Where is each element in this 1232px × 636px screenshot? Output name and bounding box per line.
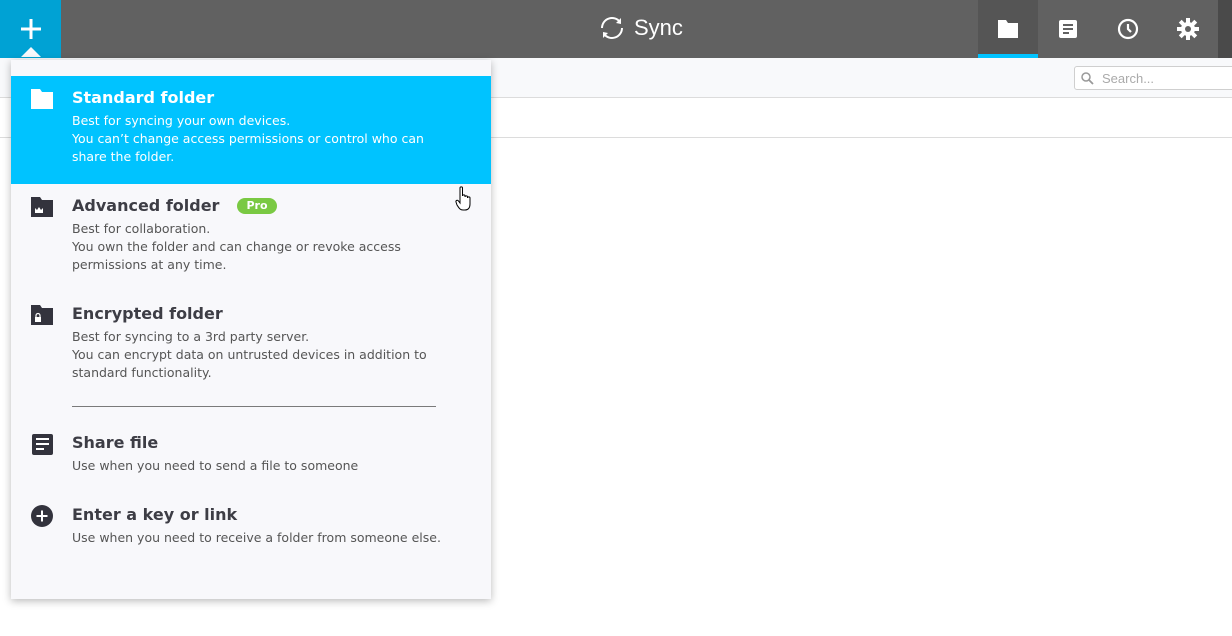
app-title: Sync (634, 15, 683, 40)
document-icon (1059, 20, 1077, 38)
folder-icon (31, 89, 53, 109)
menu-item-title: Standard folder (72, 88, 215, 107)
gear-icon (1177, 18, 1199, 40)
plus-circle-icon (31, 505, 53, 527)
folder-icon (998, 20, 1018, 38)
menu-item-title: Enter a key or link (72, 505, 238, 524)
menu-item-encrypted-folder[interactable]: Encrypted folder Best for syncing to a 3… (11, 292, 491, 400)
menu-divider (72, 406, 436, 407)
nav-edge (1218, 0, 1232, 58)
menu-item-desc: Use when you need to send a file to some… (72, 458, 359, 473)
nav-folders[interactable] (978, 0, 1038, 58)
menu-item-standard-folder[interactable]: Standard folder Best for syncing your ow… (11, 76, 491, 184)
menu-item-share-file[interactable]: Share file Use when you need to send a f… (11, 421, 491, 493)
menu-item-desc: Best for syncing to a 3rd party server. Y… (72, 329, 427, 380)
menu-item-enter-key[interactable]: Enter a key or link Use when you need to… (11, 493, 491, 565)
menu-item-title: Advanced folder (72, 196, 220, 215)
menu-item-title: Encrypted folder (72, 304, 223, 323)
nav-transfers[interactable] (1038, 0, 1098, 58)
folder-crown-icon (31, 197, 53, 217)
clock-icon (1117, 18, 1139, 40)
plus-icon (20, 19, 41, 39)
menu-item-advanced-folder[interactable]: Advanced folder Pro Best for collaboratio… (11, 184, 491, 292)
menu-item-title: Share file (72, 433, 159, 452)
main-nav (978, 0, 1218, 58)
menu-item-desc: Best for syncing your own devices. You ca… (72, 113, 424, 164)
menu-item-desc: Use when you need to receive a folder fr… (72, 530, 441, 545)
nav-history[interactable] (1098, 0, 1158, 58)
search-input[interactable] (1102, 70, 1222, 86)
hand-cursor-icon (455, 186, 471, 211)
menu-caret (21, 47, 41, 57)
sync-logo-icon (601, 17, 623, 39)
menu-item-desc: Best for collaboration. You own the folde… (72, 221, 401, 272)
top-bar: Sync (0, 0, 1232, 58)
add-menu: Standard folder Best for syncing your ow… (11, 60, 491, 599)
folder-lock-icon (31, 305, 53, 325)
app-brand: Sync (598, 12, 683, 44)
search-icon (1081, 71, 1094, 85)
nav-settings[interactable] (1158, 0, 1218, 58)
file-icon (31, 433, 53, 455)
search-box[interactable] (1074, 66, 1232, 90)
pro-badge: Pro (237, 198, 277, 214)
